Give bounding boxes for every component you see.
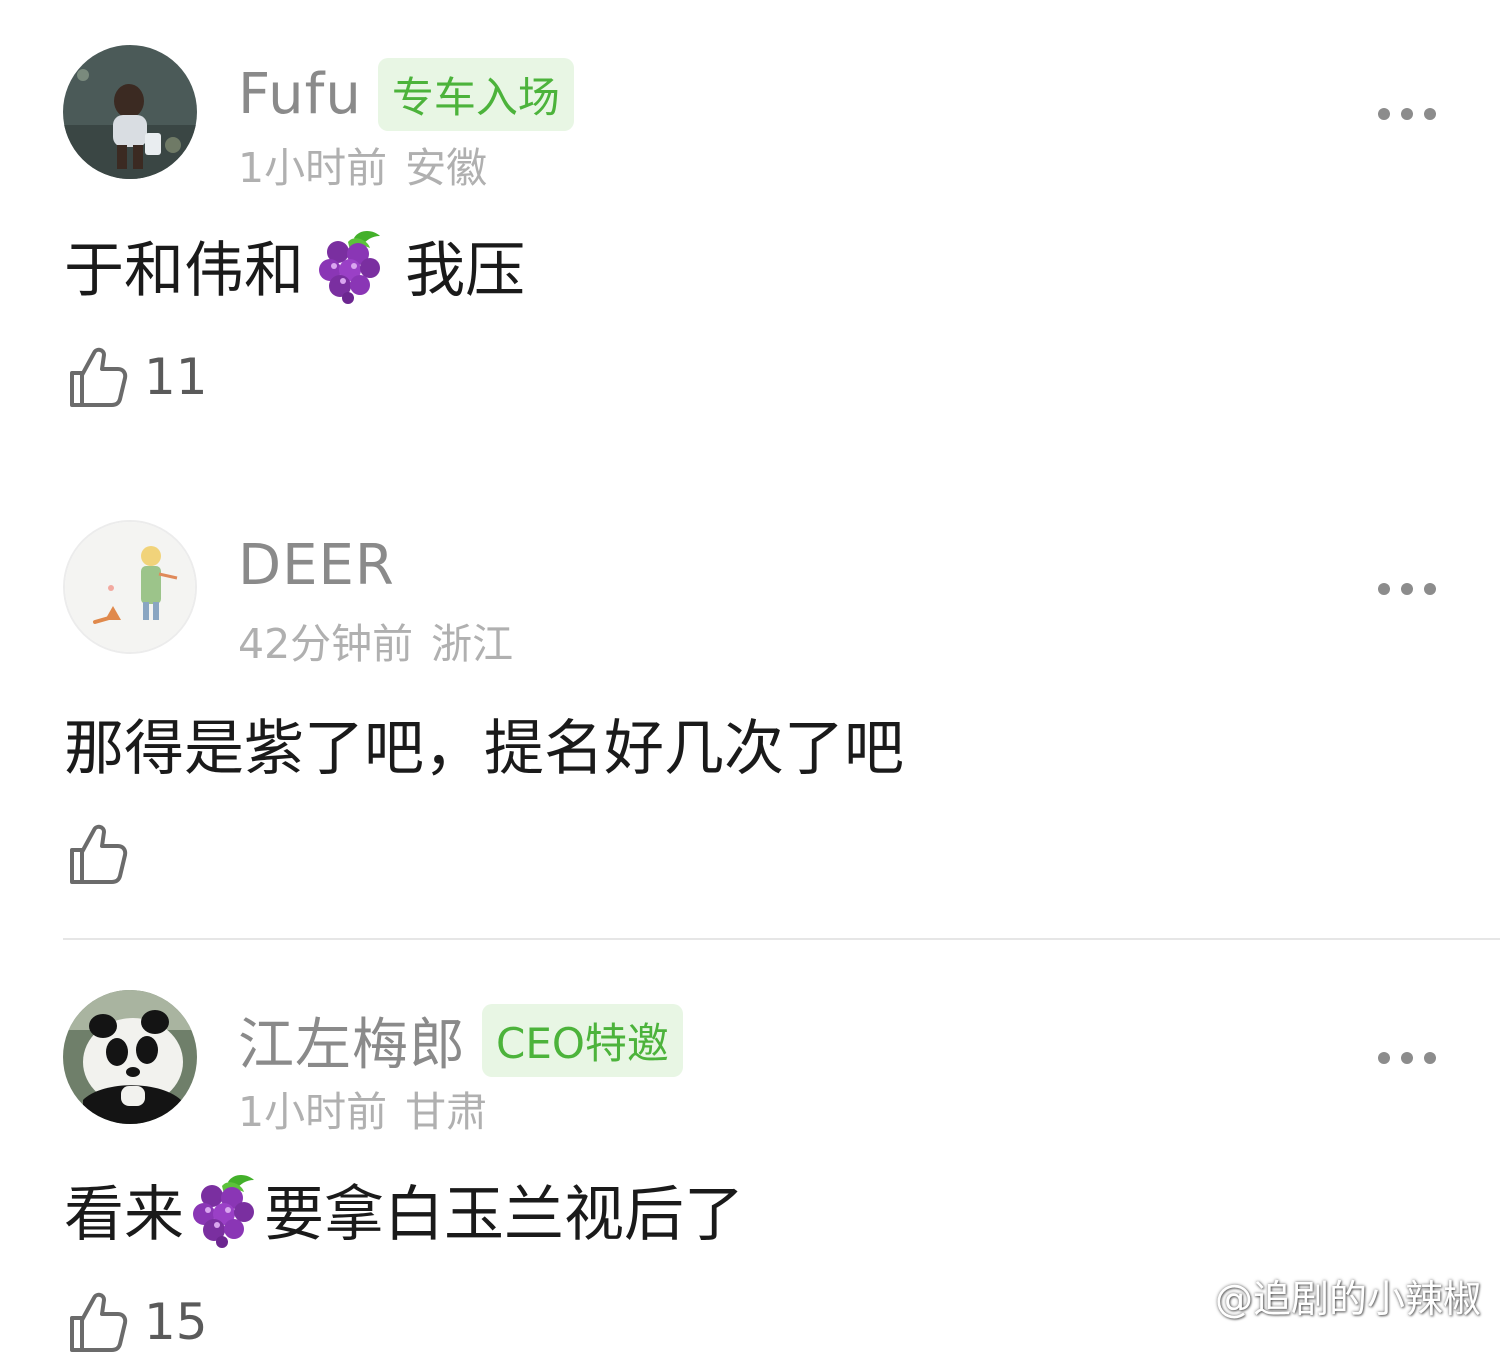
comment-text-part: 看来 bbox=[64, 1180, 184, 1250]
comment-meta: 1小时前 安徽 bbox=[238, 134, 487, 194]
comment-location: 浙江 bbox=[431, 620, 514, 668]
like-button[interactable] bbox=[66, 822, 144, 886]
like-count: 11 bbox=[144, 348, 208, 406]
thumbs-up-icon[interactable] bbox=[66, 822, 128, 886]
user-badge[interactable]: 专车入场 bbox=[377, 58, 574, 131]
comment-text-part: 要拿白玉兰视后了 bbox=[264, 1180, 744, 1250]
comment-text-part: 我压 bbox=[386, 236, 526, 306]
comment-text: 于和伟和 我压 bbox=[64, 222, 525, 309]
comment-time: 1小时前 bbox=[238, 144, 388, 192]
name-row: 江左梅郎 CEO特邀 bbox=[238, 1000, 683, 1081]
avatar[interactable] bbox=[63, 45, 197, 179]
username[interactable]: DEER bbox=[238, 533, 395, 598]
thumbs-up-icon[interactable] bbox=[66, 1290, 128, 1354]
more-dots-icon[interactable] bbox=[1378, 583, 1436, 595]
divider bbox=[63, 938, 1500, 940]
comment-text-part: 于和伟和 bbox=[64, 236, 304, 306]
user-badge[interactable]: CEO特邀 bbox=[482, 1004, 683, 1077]
avatar[interactable] bbox=[63, 990, 197, 1124]
name-row: DEER bbox=[238, 533, 395, 598]
comment-location: 安徽 bbox=[405, 144, 488, 192]
watermark: @追剧的小辣椒 bbox=[1155, 1268, 1481, 1323]
weibo-logo-icon bbox=[1155, 1269, 1215, 1322]
comment-time: 42分钟前 bbox=[238, 620, 414, 668]
like-button[interactable]: 15 bbox=[66, 1290, 208, 1354]
comment-text: 那得是紫了吧，提名好几次了吧 bbox=[64, 714, 904, 784]
grapes-emoji-icon bbox=[314, 228, 386, 304]
username[interactable]: 江左梅郎 bbox=[238, 1000, 466, 1081]
more-dots-icon[interactable] bbox=[1378, 108, 1436, 120]
comment-location: 甘肃 bbox=[405, 1088, 488, 1136]
comment-text: 看来 要拿白玉兰视后了 bbox=[64, 1166, 744, 1253]
username[interactable]: Fufu bbox=[238, 62, 362, 127]
name-row: Fufu 专车入场 bbox=[238, 58, 574, 131]
comment-meta: 1小时前 甘肃 bbox=[238, 1078, 487, 1138]
comment-time: 1小时前 bbox=[238, 1088, 388, 1136]
watermark-text: @追剧的小辣椒 bbox=[1215, 1277, 1482, 1321]
like-button[interactable]: 11 bbox=[66, 345, 208, 409]
comment-meta: 42分钟前 浙江 bbox=[238, 610, 513, 670]
avatar[interactable] bbox=[63, 520, 197, 654]
like-count: 15 bbox=[144, 1293, 208, 1351]
grapes-emoji-icon bbox=[188, 1172, 260, 1248]
thumbs-up-icon[interactable] bbox=[66, 345, 128, 409]
more-dots-icon[interactable] bbox=[1378, 1052, 1436, 1064]
